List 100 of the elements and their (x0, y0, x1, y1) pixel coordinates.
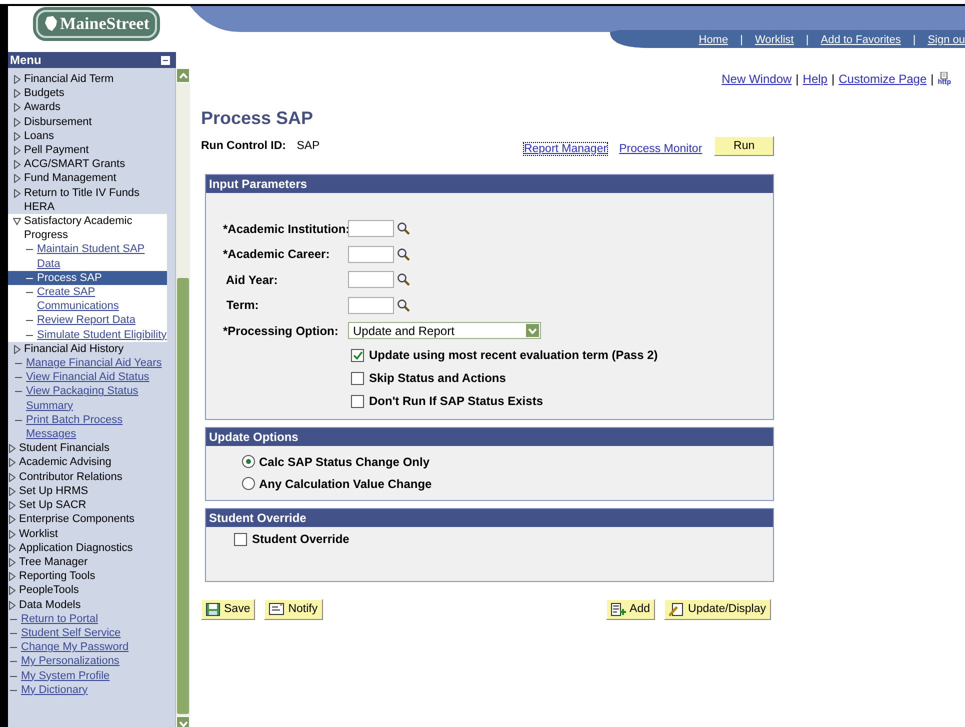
collapsed-triangle-icon[interactable] (8, 572, 16, 582)
header-link[interactable]: Sign ou (928, 34, 965, 46)
menu-folder[interactable]: Contributor Relations (19, 470, 122, 484)
search-icon[interactable] (397, 248, 410, 261)
menu-folder[interactable]: Set Up HRMS (19, 484, 88, 498)
section-header: Input Parameters (206, 175, 773, 193)
menu-folder[interactable]: Pell Payment (24, 143, 89, 158)
collapsed-triangle-icon[interactable] (13, 103, 21, 112)
search-icon[interactable] (397, 298, 410, 312)
menu-folder[interactable]: Enterprise Components (19, 512, 135, 526)
dash-icon (15, 363, 22, 364)
input-field[interactable] (348, 271, 394, 288)
collapsed-triangle-icon[interactable] (8, 558, 16, 567)
header-link[interactable]: Add to Favorites (820, 34, 901, 46)
menu-link[interactable]: Change My Password (21, 640, 129, 654)
collapsed-triangle-icon[interactable] (8, 515, 16, 524)
menu-folder[interactable]: Disbursement (24, 114, 92, 129)
menu-link[interactable]: My Dictionary (21, 682, 88, 697)
menu-link[interactable]: View Packaging Status Summary (26, 384, 168, 413)
collapsed-triangle-icon[interactable] (13, 75, 21, 84)
dash-icon (26, 292, 33, 294)
menu-folder[interactable]: Set Up SACR (19, 498, 86, 512)
scrollbar[interactable] (175, 68, 190, 727)
scroll-down-icon[interactable] (176, 716, 190, 727)
input-field[interactable] (348, 296, 394, 314)
menu-folder[interactable]: Worklist (19, 526, 58, 541)
collapsed-triangle-icon[interactable] (8, 600, 16, 610)
collapsed-triangle-icon[interactable] (13, 132, 21, 141)
menu-folder[interactable]: Fund Management (24, 171, 116, 186)
menu-folder[interactable]: Financial Aid History (24, 342, 124, 356)
menu-folder[interactable]: Financial Aid Term (24, 72, 114, 86)
checkbox[interactable] (351, 372, 364, 384)
collapsed-triangle-icon[interactable] (13, 188, 21, 198)
collapsed-triangle-icon[interactable] (13, 174, 21, 184)
menu-folder[interactable]: Awards (24, 100, 60, 115)
radio-button[interactable] (242, 477, 255, 490)
message-icon (269, 603, 284, 615)
update-display-button[interactable]: Update/Display (664, 598, 771, 620)
collapsed-triangle-icon[interactable] (13, 89, 21, 98)
scroll-up-icon[interactable] (176, 68, 190, 83)
menu-folder[interactable]: Tree Manager (19, 554, 88, 570)
checkbox[interactable] (351, 394, 364, 408)
collapsed-triangle-icon[interactable] (8, 586, 16, 596)
menu-link[interactable]: Manage Financial Aid Years (26, 356, 162, 370)
collapsed-triangle-icon[interactable] (8, 501, 16, 510)
run-button[interactable]: Run (714, 136, 774, 156)
page-title: Process SAP (201, 108, 314, 129)
menu-link[interactable]: Student Self Service (21, 626, 121, 640)
search-icon[interactable] (397, 273, 410, 286)
save-button[interactable]: Save (201, 598, 256, 620)
collapsed-triangle-icon[interactable] (8, 444, 16, 454)
menu-link[interactable]: Print Batch Process Messages (26, 412, 168, 442)
menu-folder[interactable]: Return to Title IV Funds HERA (24, 186, 168, 214)
collapsed-triangle-icon[interactable] (8, 472, 16, 482)
menu-folder[interactable]: ACG/SMART Grants (24, 157, 126, 172)
search-icon[interactable] (397, 222, 410, 236)
process-link[interactable]: Report Manager (524, 143, 608, 155)
page-link[interactable]: New Window (722, 72, 792, 86)
process-link[interactable]: Process Monitor (619, 143, 702, 155)
collapsed-triangle-icon[interactable] (8, 544, 16, 553)
menu-link[interactable]: View Financial Aid Status (26, 370, 150, 384)
dash-icon (26, 334, 33, 336)
add-button[interactable]: Add (606, 598, 656, 620)
radio-button[interactable] (242, 455, 255, 468)
page-link[interactable]: Customize Page (838, 72, 927, 86)
input-field[interactable] (348, 220, 394, 238)
link-separator: | (740, 34, 743, 46)
field-label: Term: (225, 298, 260, 312)
menu-folder[interactable]: PeopleTools (19, 583, 79, 598)
menu-link[interactable]: My System Profile (21, 668, 110, 683)
collapsed-triangle-icon[interactable] (8, 486, 16, 496)
menu-folder[interactable]: Reporting Tools (19, 569, 96, 584)
dropdown[interactable]: Update and Report (348, 322, 541, 340)
link-separator: | (912, 34, 916, 46)
menu-link[interactable]: Return to Portal (21, 612, 98, 626)
expanded-triangle-icon[interactable] (13, 217, 21, 226)
section-header: Update Options (206, 428, 773, 446)
menu-folder[interactable]: Budgets (24, 86, 64, 100)
collapsed-triangle-icon[interactable] (13, 118, 21, 127)
page-link[interactable]: Help (802, 72, 828, 86)
collapsed-triangle-icon[interactable] (8, 458, 16, 468)
collapsed-triangle-icon[interactable] (13, 146, 21, 156)
collapse-icon[interactable] (161, 56, 170, 64)
link-separator: | (806, 34, 809, 46)
collapsed-triangle-icon[interactable] (8, 530, 16, 538)
header-link[interactable]: Worklist (754, 34, 794, 46)
menu-folder[interactable]: Loans (24, 128, 54, 144)
notify-button[interactable]: Notify (264, 598, 323, 620)
collapsed-triangle-icon[interactable] (13, 344, 21, 354)
input-field[interactable] (348, 246, 394, 263)
menu-folder[interactable]: Data Models (19, 598, 81, 612)
checkbox[interactable] (234, 532, 247, 546)
header-link[interactable]: Home (698, 34, 728, 46)
link-separator: | (796, 72, 799, 86)
checkbox[interactable] (351, 348, 364, 362)
menu-folder[interactable]: Academic Advising (19, 455, 112, 470)
menu-folder[interactable]: Student Financials (19, 441, 110, 456)
menu-folder[interactable]: Application Diagnostics (19, 540, 133, 555)
menu-link[interactable]: My Personalizations (21, 654, 120, 669)
collapsed-triangle-icon[interactable] (13, 160, 21, 170)
